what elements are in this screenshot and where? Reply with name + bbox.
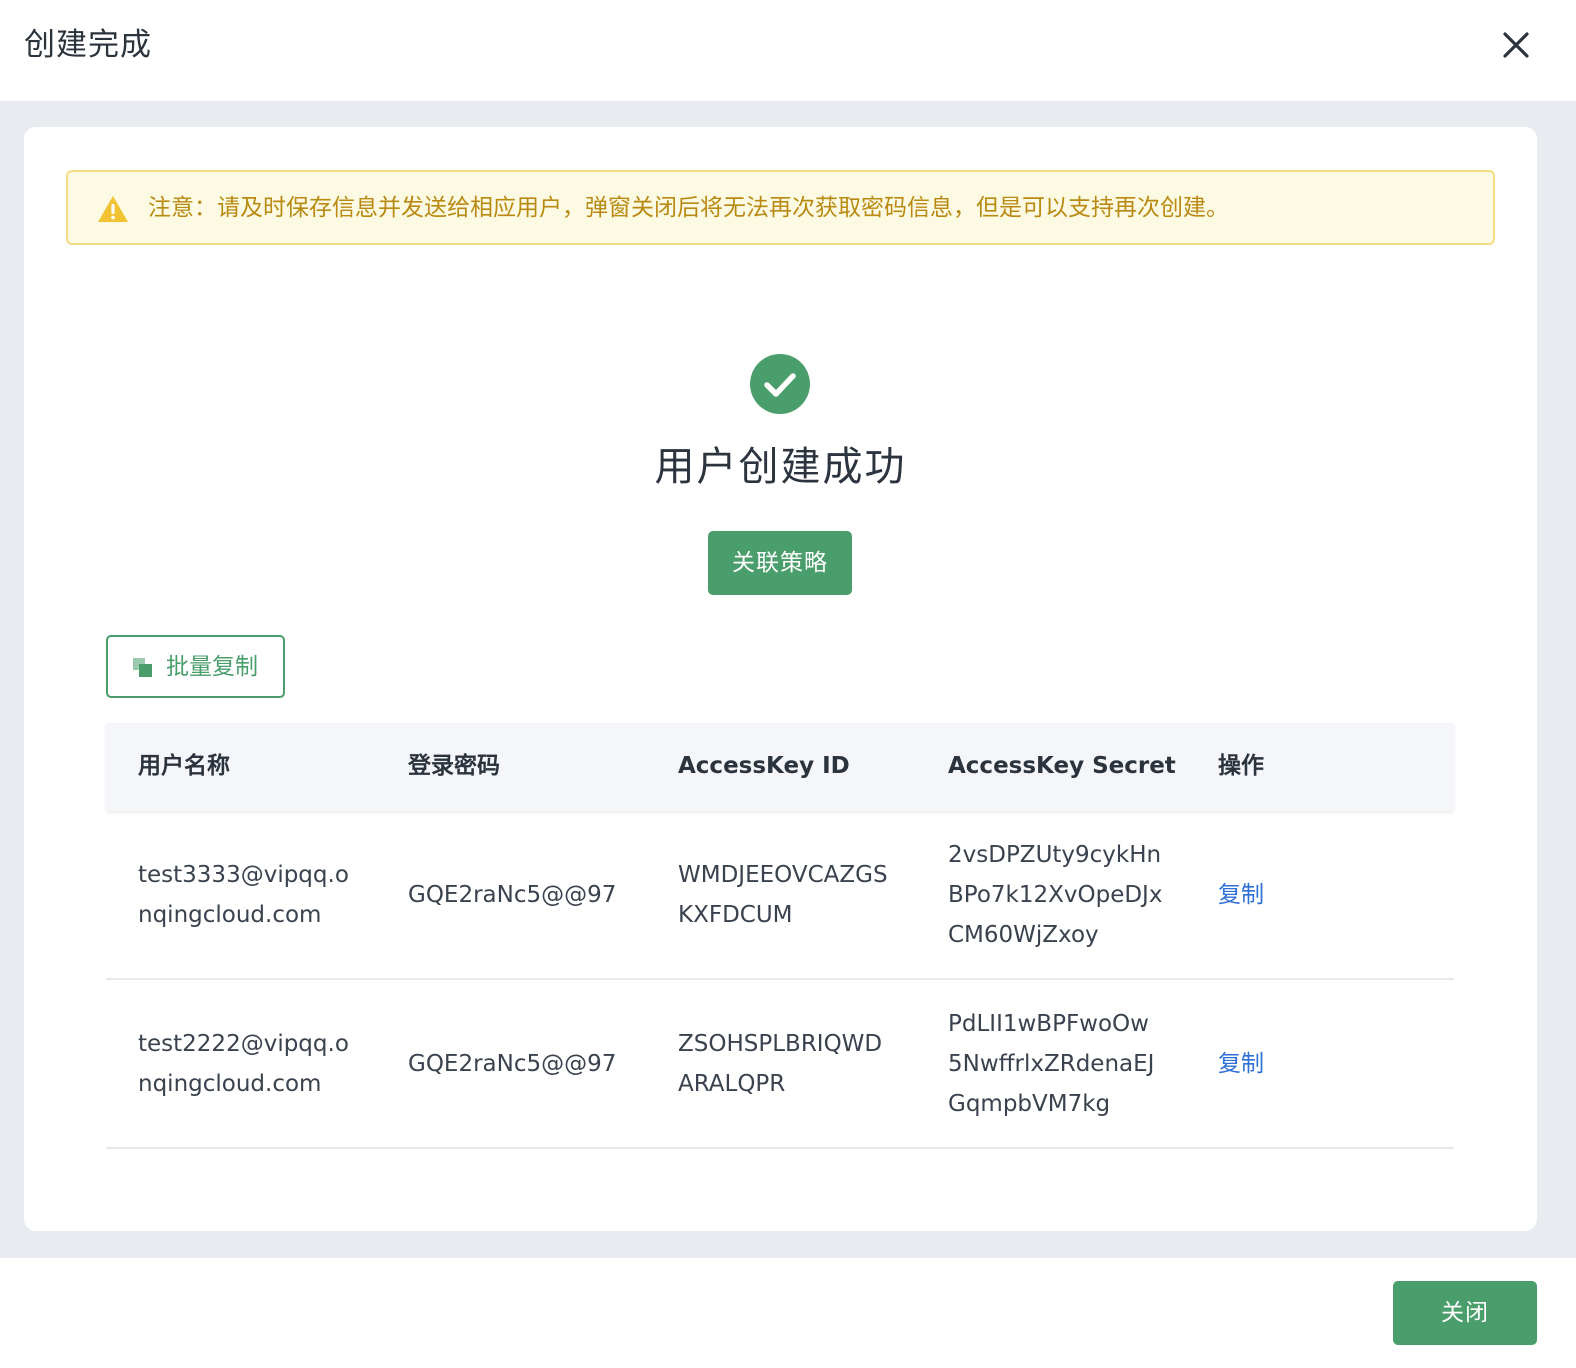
access-key-id-cell: ZSOHSPLBRIQWD ARALQPR	[678, 1031, 883, 1097]
password-cell: GQE2raNc5@@97	[408, 882, 617, 908]
username-cell: test2222@vipqq.o nqingcloud.com	[138, 1031, 349, 1097]
warning-triangle-icon	[98, 196, 128, 222]
header-password: 登录密码	[408, 753, 500, 779]
access-key-secret-cell: PdLII1wBPFwoOw 5NwffrlxZRdenaEJ GqmpbVM7…	[948, 1011, 1155, 1117]
dialog-footer: 关闭	[0, 1258, 1576, 1368]
check-circle-icon	[750, 354, 810, 414]
notice-text: 注意：请及时保存信息并发送给相应用户，弹窗关闭后将无法再次获取密码信息，但是可以…	[148, 195, 1229, 221]
table-header: 用户名称 登录密码 AccessKey ID AccessKey Secret …	[106, 723, 1454, 811]
close-button[interactable]: 关闭	[1393, 1281, 1537, 1345]
create-complete-dialog: 创建完成 注意：请及时保存信息并发送给相应用户，弹窗关闭后将无法再次获取密码信息…	[0, 0, 1576, 1368]
table-row: test2222@vipqq.o nqingcloud.com GQE2raNc…	[106, 980, 1454, 1149]
dialog-title: 创建完成	[24, 27, 152, 63]
access-key-secret-cell: 2vsDPZUty9cykHn BPo7k12XvOpeDJx CM60WjZx…	[948, 842, 1163, 948]
credentials-table: 用户名称 登录密码 AccessKey ID AccessKey Secret …	[106, 723, 1454, 1149]
copy-icon	[133, 658, 152, 677]
content-card: 注意：请及时保存信息并发送给相应用户，弹窗关闭后将无法再次获取密码信息，但是可以…	[24, 127, 1537, 1231]
header-access-key-id: AccessKey ID	[678, 753, 850, 779]
table-row: test3333@vipqq.o nqingcloud.com GQE2raNc…	[106, 811, 1454, 980]
warning-notice: 注意：请及时保存信息并发送给相应用户，弹窗关闭后将无法再次获取密码信息，但是可以…	[66, 170, 1495, 245]
access-key-id-cell: WMDJEEOVCAZGS KXFDCUM	[678, 862, 888, 928]
copy-link[interactable]: 复制	[1218, 1044, 1264, 1084]
header-actions: 操作	[1218, 753, 1264, 779]
header-access-key-secret: AccessKey Secret	[948, 753, 1176, 779]
batch-copy-button[interactable]: 批量复制	[106, 635, 285, 698]
success-title: 用户创建成功	[654, 444, 907, 490]
password-cell: GQE2raNc5@@97	[408, 1051, 617, 1077]
close-icon[interactable]	[1497, 26, 1535, 64]
copy-link[interactable]: 复制	[1218, 875, 1264, 915]
dialog-header: 创建完成	[0, 0, 1576, 101]
dialog-body: 注意：请及时保存信息并发送给相应用户，弹窗关闭后将无法再次获取密码信息，但是可以…	[0, 101, 1576, 1258]
batch-copy-label: 批量复制	[166, 654, 258, 680]
associate-policy-button[interactable]: 关联策略	[708, 531, 852, 595]
header-username: 用户名称	[138, 753, 230, 779]
username-cell: test3333@vipqq.o nqingcloud.com	[138, 862, 349, 928]
